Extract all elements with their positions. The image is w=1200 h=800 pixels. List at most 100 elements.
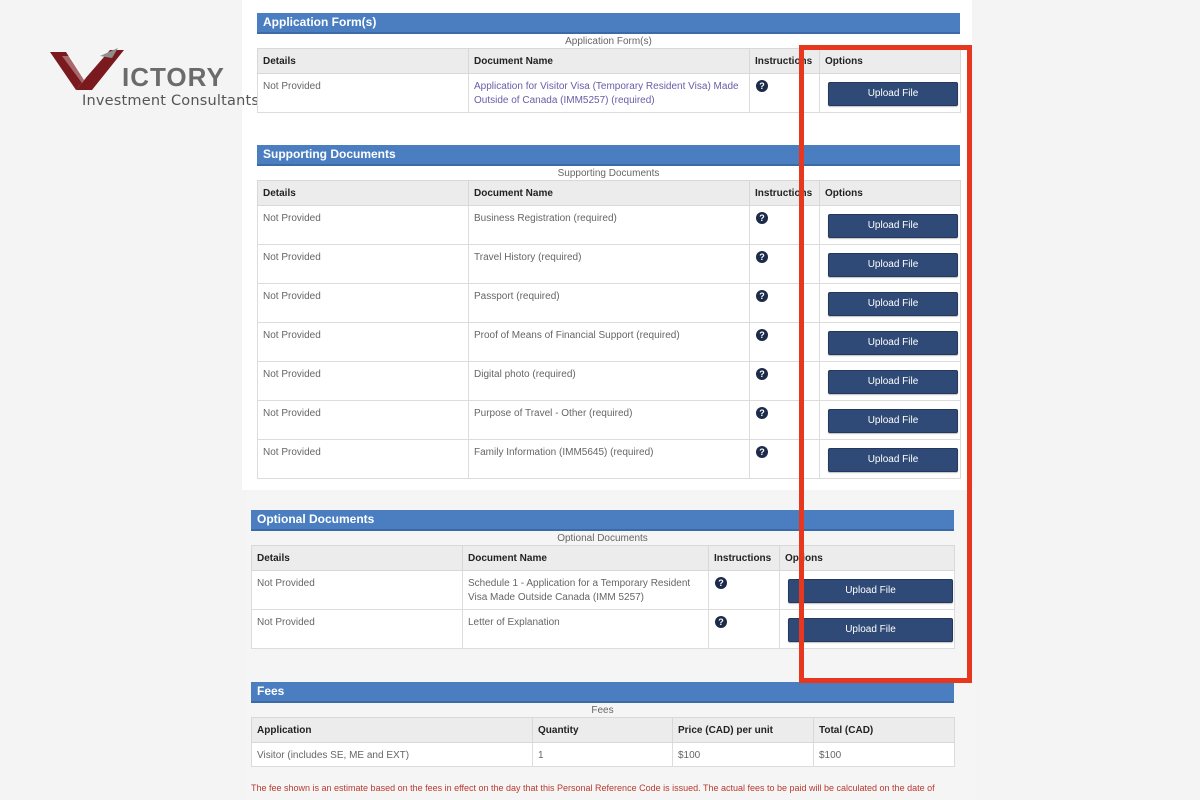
section-title: Application Form(s)	[257, 13, 960, 34]
document-name: Digital photo (required)	[468, 361, 750, 401]
upload-file-button[interactable]: Upload File	[828, 253, 958, 277]
col-header-document: Document Name	[468, 48, 750, 74]
application-forms-section: Application Form(s) Application Form(s) …	[257, 13, 961, 113]
application-forms-table: Details Document Name Instructions Optio…	[257, 48, 961, 113]
table-caption: Fees	[591, 705, 614, 716]
help-icon[interactable]: ?	[756, 368, 768, 380]
instructions-cell: ?	[749, 439, 820, 479]
options-cell: Upload File	[779, 570, 955, 610]
table-row: Not Provided Schedule 1 - Application fo…	[251, 570, 955, 610]
table-header-row: Details Document Name Instructions Optio…	[251, 545, 955, 571]
instructions-cell: ?	[749, 400, 820, 440]
upload-file-button[interactable]: Upload File	[828, 409, 958, 433]
options-cell: Upload File	[819, 400, 961, 440]
section-title: Supporting Documents	[257, 145, 960, 166]
upload-file-button[interactable]: Upload File	[828, 448, 958, 472]
upload-file-button[interactable]: Upload File	[788, 579, 953, 603]
help-icon[interactable]: ?	[756, 212, 768, 224]
logo-wordmark-text: ICTORY	[122, 62, 225, 92]
help-icon[interactable]: ?	[756, 251, 768, 263]
col-header-instructions: Instructions	[749, 48, 820, 74]
options-cell: Upload File	[819, 361, 961, 401]
upload-file-button[interactable]: Upload File	[828, 370, 958, 394]
victory-logo: ICTORY Investment Consultants	[48, 44, 259, 114]
upload-file-button[interactable]: Upload File	[788, 618, 953, 642]
document-name: Family Information (IMM5645) (required)	[468, 439, 750, 479]
instructions-cell: ?	[749, 322, 820, 362]
col-header-options: Options	[779, 545, 955, 571]
col-header-application: Application	[251, 717, 533, 743]
upload-file-button[interactable]: Upload File	[828, 214, 958, 238]
optional-documents-section: Optional Documents Optional Documents De…	[251, 510, 955, 649]
document-name: Purpose of Travel - Other (required)	[468, 400, 750, 440]
application-cell: Visitor (includes SE, ME and EXT)	[251, 742, 533, 767]
options-cell: Upload File	[819, 322, 961, 362]
total-cell: $100	[813, 742, 955, 767]
table-row: Not Provided Proof of Means of Financial…	[257, 322, 961, 362]
help-icon[interactable]: ?	[715, 616, 727, 628]
col-header-details: Details	[257, 48, 469, 74]
col-header-instructions: Instructions	[749, 180, 820, 206]
details-cell: Not Provided	[251, 570, 463, 610]
supporting-documents-table: Details Document Name Instructions Optio…	[257, 180, 961, 479]
fees-section: Fees Fees Application Quantity Price (CA…	[251, 682, 955, 767]
logo-tagline: Investment Consultants	[82, 93, 260, 109]
document-link[interactable]: Application for Visitor Visa (Temporary …	[468, 73, 750, 113]
quantity-cell: 1	[532, 742, 673, 767]
details-cell: Not Provided	[257, 283, 469, 323]
instructions-cell: ?	[749, 283, 820, 323]
price-cell: $100	[672, 742, 814, 767]
table-header-row: Application Quantity Price (CAD) per uni…	[251, 717, 955, 743]
table-row: Not Provided Letter of Explanation ? Upl…	[251, 609, 955, 649]
table-row: Not Provided Digital photo (required) ? …	[257, 361, 961, 401]
details-cell: Not Provided	[257, 439, 469, 479]
logo-wordmark: ICTORY	[122, 62, 225, 93]
upload-file-button[interactable]: Upload File	[828, 82, 958, 106]
instructions-cell: ?	[749, 73, 820, 113]
table-row: Not Provided Purpose of Travel - Other (…	[257, 400, 961, 440]
help-icon[interactable]: ?	[756, 446, 768, 458]
upload-file-button[interactable]: Upload File	[828, 292, 958, 316]
details-cell: Not Provided	[257, 205, 469, 245]
instructions-cell: ?	[708, 570, 780, 610]
fees-table: Application Quantity Price (CAD) per uni…	[251, 717, 955, 767]
help-icon[interactable]: ?	[756, 290, 768, 302]
col-header-quantity: Quantity	[532, 717, 673, 743]
col-header-details: Details	[257, 180, 469, 206]
options-cell: Upload File	[819, 73, 961, 113]
options-cell: Upload File	[779, 609, 955, 649]
fee-disclaimer: The fee shown is an estimate based on th…	[251, 783, 935, 793]
help-icon[interactable]: ?	[756, 80, 768, 92]
options-cell: Upload File	[819, 244, 961, 284]
table-caption: Application Form(s)	[565, 36, 652, 47]
document-name: Proof of Means of Financial Support (req…	[468, 322, 750, 362]
details-cell: Not Provided	[257, 400, 469, 440]
help-icon[interactable]: ?	[756, 407, 768, 419]
table-header-row: Details Document Name Instructions Optio…	[257, 48, 961, 74]
help-icon[interactable]: ?	[756, 329, 768, 341]
col-header-options: Options	[819, 48, 961, 74]
details-cell: Not Provided	[251, 609, 463, 649]
table-header-row: Details Document Name Instructions Optio…	[257, 180, 961, 206]
col-header-document: Document Name	[462, 545, 709, 571]
table-row: Visitor (includes SE, ME and EXT) 1 $100…	[251, 742, 955, 767]
col-header-document: Document Name	[468, 180, 750, 206]
col-header-price: Price (CAD) per unit	[672, 717, 814, 743]
document-name: Passport (required)	[468, 283, 750, 323]
upload-file-button[interactable]: Upload File	[828, 331, 958, 355]
details-cell: Not Provided	[257, 73, 469, 113]
section-title: Optional Documents	[251, 510, 954, 531]
table-caption: Optional Documents	[557, 533, 648, 544]
document-name: Business Registration (required)	[468, 205, 750, 245]
help-icon[interactable]: ?	[715, 577, 727, 589]
details-cell: Not Provided	[257, 361, 469, 401]
col-header-details: Details	[251, 545, 463, 571]
options-cell: Upload File	[819, 439, 961, 479]
document-name: Travel History (required)	[468, 244, 750, 284]
optional-documents-table: Details Document Name Instructions Optio…	[251, 545, 955, 649]
table-row: Not Provided Business Registration (requ…	[257, 205, 961, 245]
logo-v-mark-icon	[50, 48, 124, 90]
supporting-documents-section: Supporting Documents Supporting Document…	[257, 145, 961, 479]
table-row: Not Provided Passport (required) ? Uploa…	[257, 283, 961, 323]
col-header-total: Total (CAD)	[813, 717, 955, 743]
